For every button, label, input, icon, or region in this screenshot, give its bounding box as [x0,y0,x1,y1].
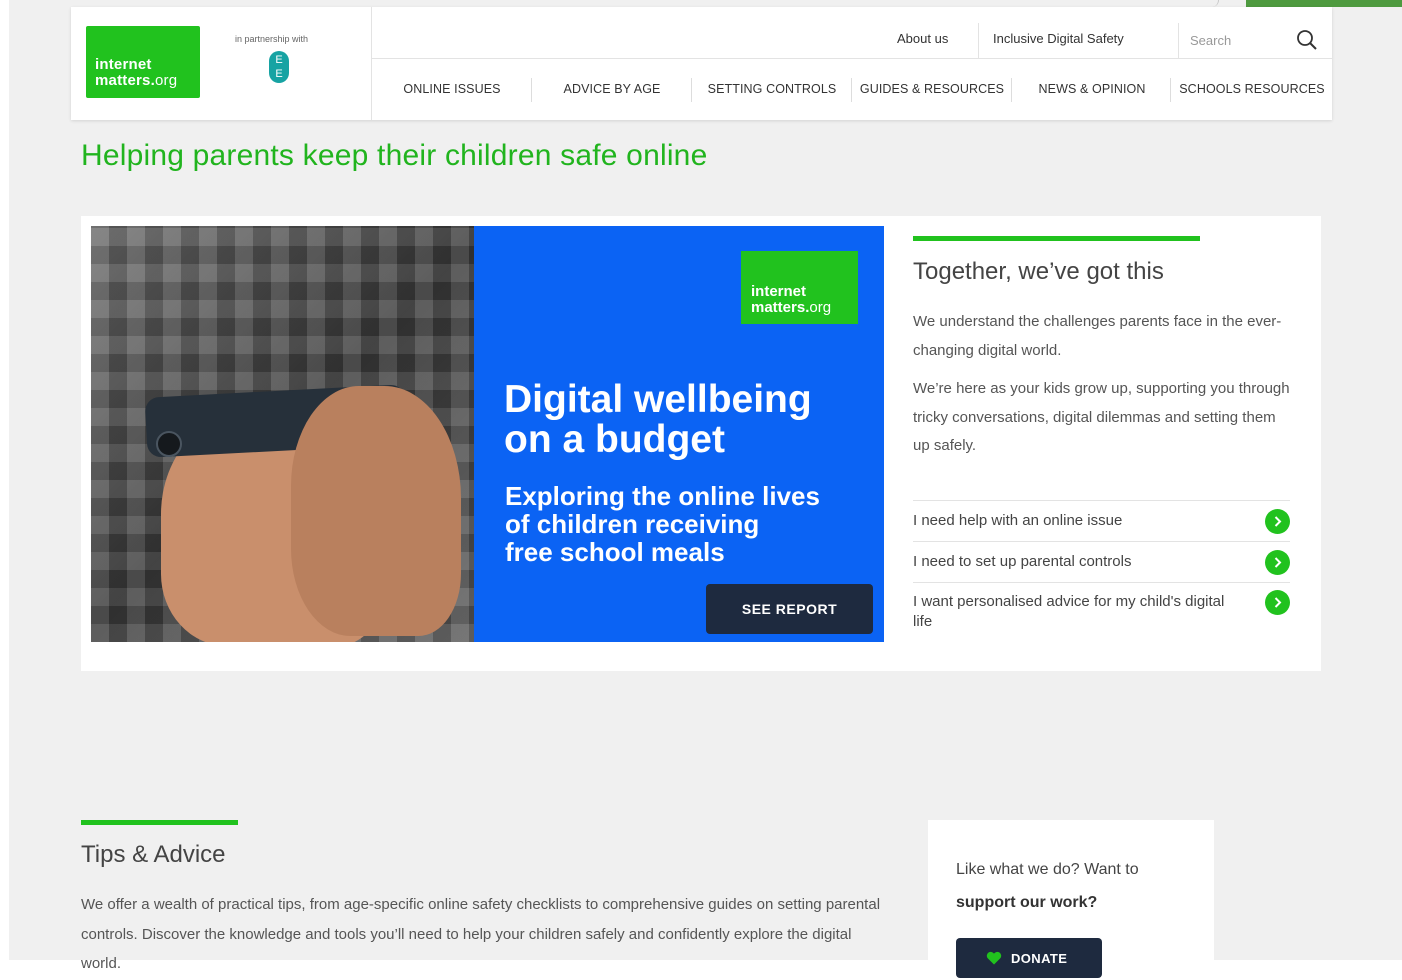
help-link-label: I want personalised advice for my child'… [913,593,1225,630]
tips-text: We offer a wealth of practical tips, fro… [81,896,881,972]
donate-label: DONATE [1011,950,1068,966]
banner-subheading: Exploring the online lives of children r… [505,482,875,566]
ee-logo-letter-1: E [275,54,283,66]
main-nav: ONLINE ISSUES ADVICE BY AGE SETTING CONT… [372,59,1332,120]
see-report-button[interactable]: SEE REPORT [706,584,873,634]
help-link-label: I need help with an online issue [913,512,1123,529]
site-logo[interactable]: internet matters.org [86,26,200,98]
support-line-1: Like what we do? Want to [956,861,1139,878]
chevron-right-icon[interactable] [1265,509,1290,534]
chevron-right-icon[interactable] [1265,550,1290,575]
banner-sub-line3: free school meals [505,537,725,567]
site-header: internet matters.org in partnership with… [71,7,1332,120]
nav-divider [1170,78,1171,102]
donate-button[interactable]: DONATE [956,938,1102,978]
support-card: Like what we do? Want to support our wor… [928,820,1214,980]
banner-logo: internet matters.org [741,251,858,324]
ee-logo-letter-2: E [275,68,283,80]
search-input[interactable] [1188,29,1292,51]
green-accent-rule [913,236,1200,241]
banner-sub-line1: Exploring the online lives [505,481,820,511]
banner-logo-line2-main: matters. [751,299,810,316]
page-title: Helping parents keep their children safe… [81,139,708,172]
banner-sub-line2: of children receiving [505,509,760,539]
logo-area: internet matters.org in partnership with… [71,7,372,120]
support-line-2: support our work? [956,894,1098,911]
phone-camera-shape [156,431,182,457]
top-corner-tab[interactable] [1246,0,1402,7]
banner-logo-line2-suffix: org [809,299,832,316]
banner-heading: Digital wellbeing on a budget [504,380,874,460]
utility-bar: About us Inclusive Digital Safety [372,7,1332,59]
inclusive-digital-safety-link[interactable]: Inclusive Digital Safety [993,7,1124,58]
hero-card: internet matters.org Digital wellbeing o… [81,216,1321,671]
side-heading: Together, we’ve got this [913,258,1164,285]
nav-setting-controls[interactable]: SETTING CONTROLS [692,59,852,120]
logo-line2: matters.org [95,73,177,89]
hero-banner[interactable]: internet matters.org Digital wellbeing o… [474,226,884,642]
help-links-list: I need help with an online issue I need … [913,500,1290,641]
about-us-link[interactable]: About us [897,7,948,58]
side-paragraph-2: We’re here as your kids grow up, support… [913,380,1290,454]
hero-side-panel: Together, we’ve got this We understand t… [913,216,1290,671]
search-box [1178,7,1332,58]
logo-line1: internet [95,56,152,73]
nav-schools-resources[interactable]: SCHOOLS RESOURCES [1172,59,1332,120]
help-link-online-issue[interactable]: I need help with an online issue [913,501,1290,542]
ee-partner-logo[interactable]: E E [269,51,289,83]
help-link-label: I need to set up parental controls [913,553,1132,570]
banner-logo-line2: matters.org [751,300,831,316]
utility-divider [978,23,979,58]
banner-logo-line1: internet [751,283,807,300]
search-icon[interactable] [1296,29,1318,51]
banner-heading-line2: on a budget [504,418,725,461]
tips-heading: Tips & Advice [81,841,226,868]
hand-shape [291,386,461,636]
partner-text: in partnership with [235,34,309,44]
help-link-personalised-advice[interactable]: I want personalised advice for my child'… [913,583,1290,641]
logo-line2-suffix: org [154,72,178,89]
banner-heading-line1: Digital wellbeing [504,378,812,421]
nav-online-issues[interactable]: ONLINE ISSUES [372,59,532,120]
hero-photo-phone-in-hands [91,226,474,642]
nav-news-opinion[interactable]: NEWS & OPINION [1012,59,1172,120]
nav-advice-by-age[interactable]: ADVICE BY AGE [532,59,692,120]
heart-icon [986,951,1002,965]
chevron-right-icon[interactable] [1265,590,1290,615]
nav-guides-resources[interactable]: GUIDES & RESOURCES [852,59,1012,120]
help-link-parental-controls[interactable]: I need to set up parental controls [913,542,1290,583]
tips-accent-rule [81,820,238,825]
logo-line2-main: matters. [95,72,155,89]
side-paragraph-1: We understand the challenges parents fac… [913,313,1282,359]
